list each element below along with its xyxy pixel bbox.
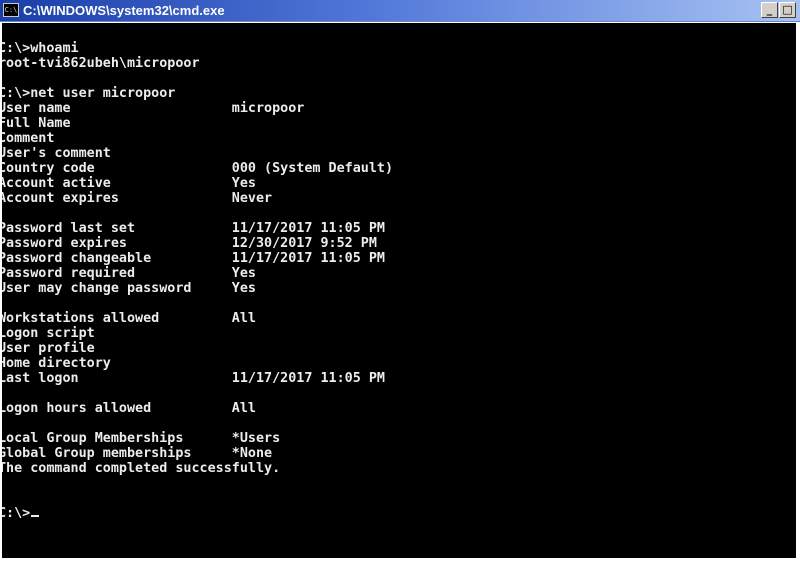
console-line: Full Name [2, 116, 71, 131]
console-line: Workstations allowed All [2, 311, 256, 326]
console-output-area[interactable]: C:\>whoami root-tvi862ubeh\micropoor C:\… [2, 23, 796, 558]
console-line: User's comment [2, 146, 111, 161]
text-cursor [31, 515, 40, 517]
console-line: Last logon 11/17/2017 11:05 PM [2, 371, 385, 386]
console-line: C:\>whoami [2, 41, 79, 56]
console-line: User profile [2, 341, 95, 356]
console-line: The command completed successfully. [2, 461, 281, 476]
window-right-edge [796, 23, 800, 561]
command-prompt: C:\> [2, 506, 31, 521]
window-title: C:\WINDOWS\system32\cmd.exe [23, 3, 225, 18]
console-line: root-tvi862ubeh\micropoor [2, 56, 200, 71]
console-line: Logon script [2, 326, 95, 341]
console-line: User name micropoor [2, 101, 305, 116]
console-line: Account expires Never [2, 191, 273, 206]
console-line: Global Group memberships *None [2, 446, 273, 461]
minimize-button[interactable]: _ [761, 2, 778, 18]
console-text: C:\>whoami root-tvi862ubeh\micropoor C:\… [2, 23, 792, 521]
console-line: Account active Yes [2, 176, 256, 191]
console-line: Logon hours allowed All [2, 401, 256, 416]
console-line: Password expires 12/30/2017 9:52 PM [2, 236, 377, 251]
maximize-button[interactable]: □ [779, 2, 796, 18]
console-line: Password changeable 11/17/2017 11:05 PM [2, 251, 385, 266]
console-line: Home directory [2, 356, 111, 371]
console-line: User may change password Yes [2, 281, 256, 296]
console-line: Country code 000 (System Default) [2, 161, 394, 176]
cmd-console-icon[interactable]: C:\ [3, 3, 19, 17]
console-line: Local Group Memberships *Users [2, 431, 281, 446]
console-line: Comment [2, 131, 55, 146]
console-line: Password last set 11/17/2017 11:05 PM [2, 221, 385, 236]
cmd-window: C:\ C:\WINDOWS\system32\cmd.exe _ □ C:\>… [0, 0, 800, 561]
title-bar[interactable]: C:\ C:\WINDOWS\system32\cmd.exe _ □ [0, 0, 800, 22]
console-line: Password required Yes [2, 266, 256, 281]
window-controls: _ □ [760, 2, 796, 20]
console-lines: C:\>whoami root-tvi862ubeh\micropoor C:\… [2, 41, 393, 476]
console-line: C:\>net user micropoor [2, 86, 176, 101]
